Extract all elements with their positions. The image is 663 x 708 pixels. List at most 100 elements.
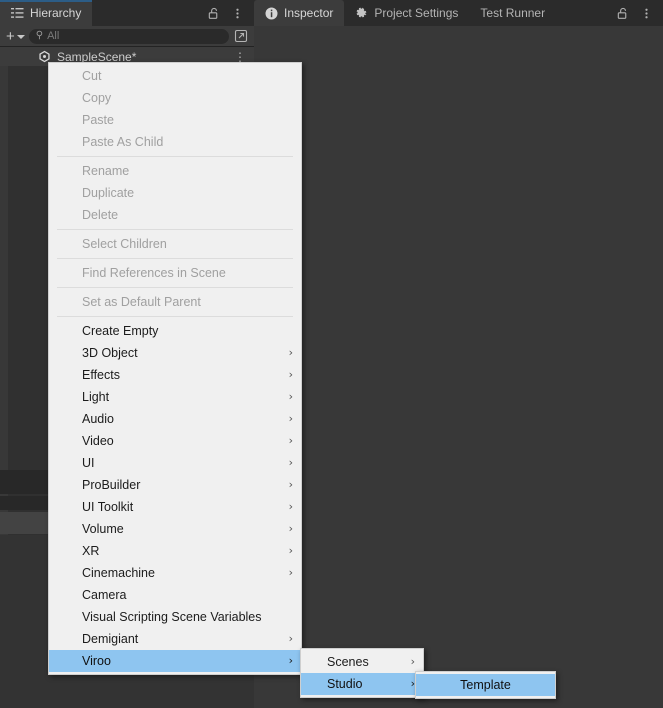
kebab-menu-icon[interactable] (639, 6, 653, 20)
menu-item-label: Paste (82, 113, 114, 127)
menu-separator (57, 156, 293, 157)
hierarchy-toolbar: + ⚲ All (0, 26, 254, 47)
menu-item-label: Cinemachine (82, 566, 155, 580)
viroo-submenu[interactable]: Scenes › Studio› (300, 648, 424, 698)
menu-item-label: ProBuilder (82, 478, 140, 492)
menu-item-select-children: Select Children (49, 233, 301, 255)
menu-separator (57, 287, 293, 288)
menu-item-cinemachine[interactable]: Cinemachine › (49, 562, 301, 584)
search-input[interactable]: ⚲ All (29, 29, 229, 44)
studio-item-template[interactable]: Template (416, 674, 555, 696)
menu-item-demigiant[interactable]: Demigiant› (49, 628, 301, 650)
menu-item-visual-scripting-scene-variables[interactable]: Visual Scripting Scene Variables (49, 606, 301, 628)
chevron-right-icon: › (411, 656, 415, 667)
tab-test-runner[interactable]: Test Runner (469, 0, 556, 26)
menu-item-label: Effects (82, 368, 120, 382)
menu-item-copy: Copy (49, 87, 301, 109)
menu-item-label: Studio (327, 677, 362, 691)
tab-test-runner-label: Test Runner (480, 6, 545, 20)
hierarchy-context-menu[interactable]: CutCopyPastePaste As ChildRenameDuplicat… (48, 62, 302, 675)
menu-item-ui[interactable]: UI › (49, 452, 301, 474)
chevron-down-icon (17, 35, 25, 39)
menu-item-ui-toolkit[interactable]: UI Toolkit › (49, 496, 301, 518)
menu-item-label: Rename (82, 164, 129, 178)
menu-item-label: Create Empty (82, 324, 158, 338)
viroo-item-studio[interactable]: Studio› (301, 673, 423, 695)
menu-separator (57, 258, 293, 259)
add-object-button[interactable]: + (6, 29, 25, 44)
menu-item-label: Camera (82, 588, 126, 602)
viroo-item-scenes[interactable]: Scenes › (301, 651, 423, 673)
tab-hierarchy[interactable]: Hierarchy (0, 0, 92, 26)
menu-item-paste: Paste (49, 109, 301, 131)
menu-item-xr[interactable]: XR › (49, 540, 301, 562)
chevron-right-icon: › (289, 523, 293, 534)
menu-item-label: Scenes (327, 655, 369, 669)
menu-item-label: XR (82, 544, 99, 558)
tab-project-settings[interactable]: Project Settings (344, 0, 469, 26)
menu-item-label: Video (82, 434, 114, 448)
menu-item-label: Cut (82, 69, 101, 83)
info-circle-icon (265, 7, 278, 20)
menu-item-label: Copy (82, 91, 111, 105)
menu-item-label: Find References in Scene (82, 266, 226, 280)
lock-open-icon[interactable] (615, 6, 629, 20)
studio-submenu[interactable]: Template (415, 671, 556, 699)
menu-item-create-empty[interactable]: Create Empty (49, 320, 301, 342)
popout-window-icon[interactable] (233, 29, 248, 44)
menu-item-cut: Cut (49, 65, 301, 87)
chevron-right-icon: › (289, 347, 293, 358)
menu-item-label: Set as Default Parent (82, 295, 201, 309)
chevron-right-icon: › (289, 413, 293, 424)
menu-item-viroo[interactable]: Viroo › (49, 650, 301, 672)
menu-item-label: Delete (82, 208, 118, 222)
search-placeholder: All (47, 30, 59, 42)
tab-inspector[interactable]: Inspector (254, 0, 344, 26)
kebab-menu-icon[interactable]: ⋮ (234, 51, 246, 63)
hierarchy-tabstrip: Hierarchy (0, 0, 254, 26)
chevron-right-icon: › (289, 435, 293, 446)
menu-item-label: Select Children (82, 237, 167, 251)
menu-item-rename: Rename (49, 160, 301, 182)
menu-item-label: Audio (82, 412, 114, 426)
tab-inspector-label: Inspector (284, 6, 333, 20)
chevron-right-icon: › (289, 457, 293, 468)
chevron-right-icon: › (289, 655, 293, 666)
menu-item-delete: Delete (49, 204, 301, 226)
menu-item-light[interactable]: Light › (49, 386, 301, 408)
kebab-menu-icon[interactable] (230, 6, 244, 20)
chevron-right-icon: › (289, 545, 293, 556)
chevron-right-icon: › (289, 391, 293, 402)
menu-item-label: 3D Object (82, 346, 138, 360)
lock-open-icon[interactable] (206, 6, 220, 20)
menu-item-video[interactable]: Video › (49, 430, 301, 452)
menu-item-label: Template (460, 678, 511, 692)
menu-item-camera[interactable]: Camera (49, 584, 301, 606)
menu-item-label: UI (82, 456, 95, 470)
menu-item-label: Duplicate (82, 186, 134, 200)
menu-separator (57, 229, 293, 230)
menu-item-duplicate: Duplicate (49, 182, 301, 204)
hierarchy-strip-icons (206, 0, 254, 26)
chevron-right-icon: › (289, 479, 293, 490)
menu-item-probuilder[interactable]: ProBuilder › (49, 474, 301, 496)
search-icon: ⚲ (36, 31, 43, 41)
chevron-right-icon: › (289, 501, 293, 512)
menu-item-find-references-in-scene: Find References in Scene (49, 262, 301, 284)
tab-project-settings-label: Project Settings (374, 6, 458, 20)
menu-item-effects[interactable]: Effects› (49, 364, 301, 386)
menu-item-audio[interactable]: Audio › (49, 408, 301, 430)
menu-item-volume[interactable]: Volume › (49, 518, 301, 540)
chevron-right-icon: › (289, 633, 293, 644)
hierarchy-list-icon (11, 7, 24, 20)
menu-item-label: Light (82, 390, 109, 404)
menu-item-label: UI Toolkit (82, 500, 133, 514)
unity-editor-window: Hierarchy (0, 0, 663, 708)
menu-item-label: Viroo (82, 654, 111, 668)
menu-item-3d-object[interactable]: 3D Object › (49, 342, 301, 364)
menu-item-label: Volume (82, 522, 124, 536)
tab-hierarchy-label: Hierarchy (30, 6, 81, 20)
inspector-body (254, 26, 663, 708)
inspector-strip-icons (615, 0, 663, 26)
chevron-right-icon: › (289, 567, 293, 578)
